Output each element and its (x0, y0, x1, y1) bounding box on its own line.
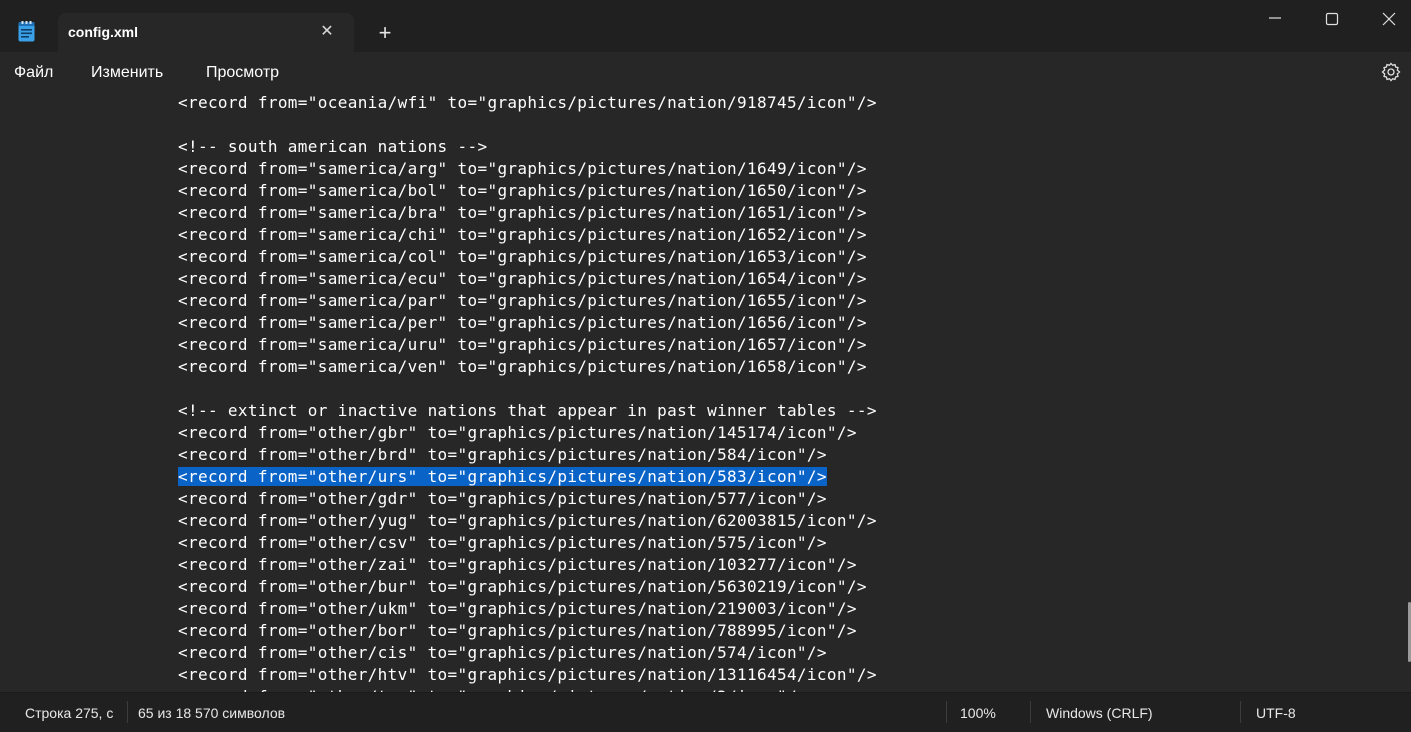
code-line[interactable]: <record from="other/bor" to="graphics/pi… (178, 620, 877, 642)
character-count: 65 из 18 570 символов (138, 705, 286, 721)
editor-content[interactable]: <record from="oceania/wfi" to="graphics/… (178, 92, 877, 692)
code-line[interactable]: <record from="other/ukm" to="graphics/pi… (178, 598, 877, 620)
tab-config-xml[interactable]: config.xml ✕ (58, 13, 354, 52)
code-line[interactable]: <record from="other/yug" to="graphics/pi… (178, 510, 877, 532)
menu-edit[interactable]: Изменить (91, 64, 163, 82)
code-line[interactable]: <record from="samerica/par" to="graphics… (178, 290, 877, 312)
new-tab-button[interactable]: + (370, 19, 400, 47)
code-line[interactable] (178, 378, 877, 400)
code-line[interactable]: <record from="samerica/ecu" to="graphics… (178, 268, 877, 290)
code-line[interactable]: <record from="other/gbr" to="graphics/pi… (178, 422, 877, 444)
code-line[interactable]: <record from="other/zai" to="graphics/pi… (178, 554, 877, 576)
code-line[interactable]: <record from="samerica/per" to="graphics… (178, 312, 877, 334)
code-line[interactable]: <record from="other/brd" to="graphics/pi… (178, 444, 877, 466)
settings-button[interactable] (1380, 61, 1402, 83)
code-line[interactable]: <record from="samerica/ven" to="graphics… (178, 356, 877, 378)
menu-file[interactable]: Файл (14, 64, 53, 82)
status-bar: Строка 275, с 65 из 18 570 символов 100%… (0, 692, 1411, 732)
selected-code-line[interactable]: <record from="other/urs" to="graphics/pi… (178, 466, 877, 488)
code-line[interactable]: <record from="samerica/bra" to="graphics… (178, 202, 877, 224)
title-bar: config.xml ✕ + (0, 0, 1411, 52)
maximize-button[interactable] (1303, 0, 1361, 38)
code-line[interactable]: <record from="samerica/arg" to="graphics… (178, 158, 877, 180)
minimize-button[interactable] (1246, 0, 1304, 38)
code-line[interactable]: <!-- extinct or inactive nations that ap… (178, 400, 877, 422)
code-line[interactable]: <record from="samerica/chi" to="graphics… (178, 224, 877, 246)
code-line[interactable]: <record from="other/csv" to="graphics/pi… (178, 532, 877, 554)
code-line[interactable] (178, 114, 877, 136)
tab-title: config.xml (68, 24, 139, 40)
minimize-icon (1269, 17, 1281, 19)
cursor-position: Строка 275, с (25, 705, 114, 721)
code-line[interactable]: <record from="samerica/col" to="graphics… (178, 246, 877, 268)
encoding[interactable]: UTF-8 (1256, 705, 1296, 721)
notepad-icon (18, 21, 35, 42)
line-endings[interactable]: Windows (CRLF) (1046, 705, 1153, 721)
menu-view[interactable]: Просмотр (206, 64, 279, 82)
code-line[interactable]: <record from="other/cis" to="graphics/pi… (178, 642, 877, 664)
text-selection: <record from="other/urs" to="graphics/pi… (178, 467, 827, 486)
gear-icon (1381, 62, 1401, 82)
menu-bar: Файл Изменить Просмотр (0, 52, 1411, 92)
zoom-level[interactable]: 100% (960, 705, 996, 721)
status-divider (127, 701, 128, 723)
code-line[interactable]: <record from="oceania/wfi" to="graphics/… (178, 92, 877, 114)
close-tab-button[interactable]: ✕ (316, 21, 338, 43)
code-line[interactable]: <record from="other/htv" to="graphics/pi… (178, 664, 877, 686)
code-line[interactable]: <record from="other/bur" to="graphics/pi… (178, 576, 877, 598)
code-line[interactable]: <record from="samerica/uru" to="graphics… (178, 334, 877, 356)
maximize-icon (1325, 12, 1339, 26)
code-line[interactable]: <!-- south american nations --> (178, 136, 877, 158)
status-divider (946, 701, 947, 723)
close-icon (1382, 12, 1396, 26)
code-line[interactable]: <record from="other/gdr" to="graphics/pi… (178, 488, 877, 510)
status-divider (1240, 701, 1241, 723)
text-editor[interactable]: <record from="oceania/wfi" to="graphics/… (0, 92, 1411, 692)
close-window-button[interactable] (1360, 0, 1411, 38)
status-divider (1030, 701, 1031, 723)
code-line[interactable]: <record from="samerica/bol" to="graphics… (178, 180, 877, 202)
